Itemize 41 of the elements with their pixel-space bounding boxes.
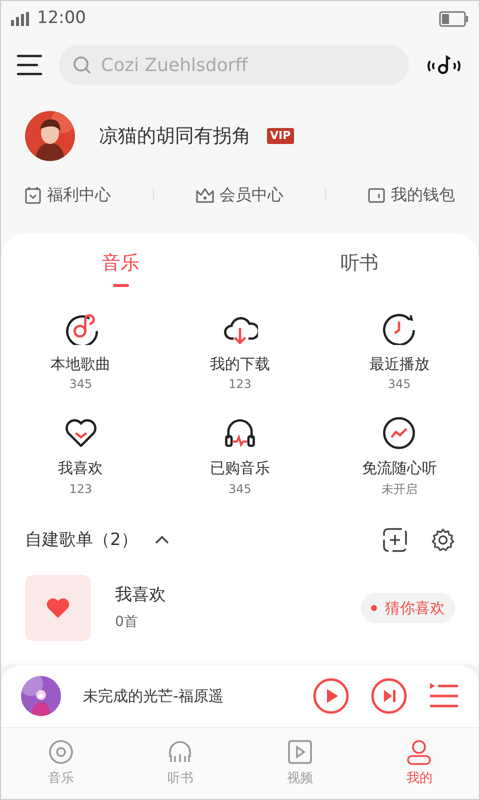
headphones-icon [167,738,194,765]
quick-link[interactable]: 会员中心 [196,183,284,207]
section-title: 自建歌单（2） [25,528,138,552]
user-name: 凉猫的胡同有拐角 [99,124,251,149]
wallet-icon [368,188,385,202]
tab[interactable]: 听书 [340,233,378,286]
heart-icon [46,598,70,618]
feature-item[interactable]: 我喜欢 123 [58,415,104,498]
playlist-cover[interactable] [25,575,91,641]
battery-icon [439,11,469,27]
dot-icon [371,605,377,611]
quick-link[interactable]: 福利中心 [25,183,111,207]
crown-icon [196,187,214,203]
quick-link[interactable]: 我的钱包 [368,183,455,207]
feature-item[interactable]: 免流随心听 未开启 [362,415,437,498]
search-icon [73,56,91,74]
song-title: 未完成的光芒-福原遥 [83,686,224,707]
disc-icon [48,738,74,765]
settings-button[interactable] [431,528,455,552]
playlist-title: 我喜欢 [115,584,166,607]
feature-item[interactable]: 我的下载 123 [210,310,270,393]
song-count: 0首 [115,613,139,632]
search-field[interactable]: Cozi Zuehlsdorff [59,45,409,85]
vip-badge: VIP [267,128,294,144]
feature-item[interactable]: 最近播放 345 [369,310,430,393]
video-icon [286,738,313,765]
feature-item[interactable]: 已购音乐 345 [210,415,270,498]
signal-icon [11,12,29,26]
tab[interactable]: 音乐 [102,233,140,286]
add-playlist-button[interactable] [383,528,407,552]
menu-button[interactable] [17,54,43,76]
next-button[interactable] [371,678,407,714]
collapse-button[interactable] [154,535,170,546]
person-icon [406,738,432,765]
feature-item[interactable]: 本地歌曲 345 [50,310,111,393]
playlist-button[interactable] [429,682,459,710]
trend-icon [381,415,418,449]
clock-time: 12:00 [37,7,86,30]
play-button[interactable] [313,678,349,714]
music-recognition-button[interactable] [425,54,463,76]
calendar-icon [25,186,41,204]
